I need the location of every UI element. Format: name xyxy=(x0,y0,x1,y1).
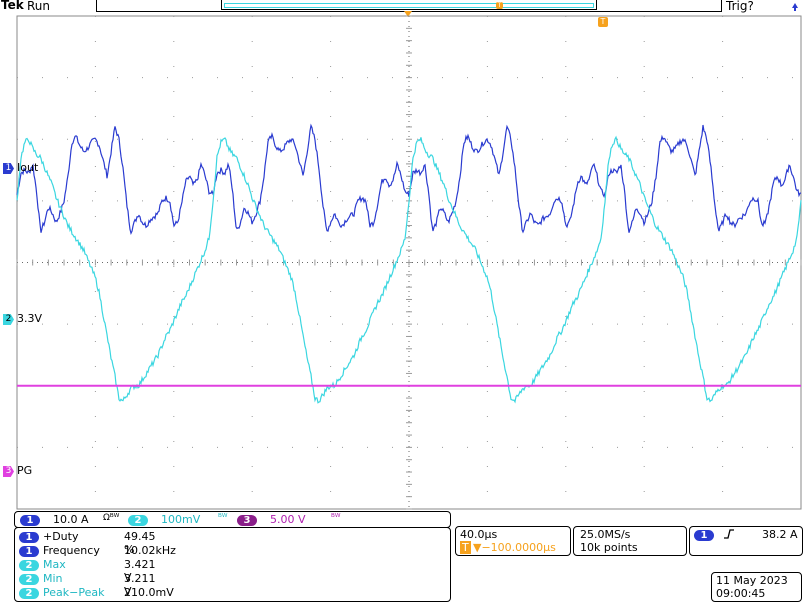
ch2-scale[interactable]: 100mV xyxy=(161,513,200,526)
rising-edge-icon xyxy=(724,529,734,539)
measurement-row[interactable]: 2 Peak−Peak 210.0mV xyxy=(19,586,174,600)
ch3-badge[interactable]: 3 xyxy=(237,515,257,526)
timebase-panel[interactable]: 40.0µs T ▼−100.0000µs xyxy=(455,526,571,556)
trigger-delay: ▼−100.0000µs xyxy=(473,541,556,554)
ch2-badge[interactable]: 2 xyxy=(128,515,148,526)
measurement-row[interactable]: 1 +Duty 49.45 % xyxy=(19,530,156,556)
ch1-label: Iout xyxy=(17,161,39,174)
trigger-level: 38.2 A xyxy=(762,528,798,541)
ch2-coupling-icon: ᴮᵂ xyxy=(218,513,228,523)
measurement-row[interactable]: 2 Max 3.421 V xyxy=(19,558,156,584)
ch1-badge[interactable]: 1 xyxy=(20,515,40,526)
measurement-row[interactable]: 2 Min 3.211 V xyxy=(19,572,156,598)
acquisition-panel[interactable]: 25.0MS/s 10k points xyxy=(573,526,687,556)
sample-rate: 25.0MS/s xyxy=(580,528,631,541)
ch3-label: PG xyxy=(17,464,33,477)
date: 11 May 2023 xyxy=(716,574,788,587)
graticule-grid xyxy=(16,15,802,510)
record-length: 10k points xyxy=(580,541,638,554)
time-scale: 40.0µs xyxy=(460,528,498,541)
channel-scale-bar: 1 10.0 A Ωᴮᵂ 2 100mV ᴮᵂ 3 5.00 V ᴮᵂ xyxy=(14,511,451,528)
ch1-coupling-icon: Ωᴮᵂ xyxy=(103,513,120,523)
ch1-scale[interactable]: 10.0 A xyxy=(53,513,89,526)
ch3-coupling-icon: ᴮᵂ xyxy=(331,513,341,523)
time: 09:00:45 xyxy=(716,587,766,600)
trigger-panel[interactable]: 1 38.2 A xyxy=(689,526,803,556)
trigger-source-badge: 1 xyxy=(694,530,714,541)
ch3-scale[interactable]: 5.00 V xyxy=(270,513,306,526)
datetime-panel: 11 May 2023 09:00:45 xyxy=(711,572,802,602)
scope-display xyxy=(16,15,802,510)
measurement-panel: 1 +Duty 49.45 % 1 Frequency 10.02kHz 2 M… xyxy=(14,527,451,602)
trigger-delay-icon: T xyxy=(460,541,471,554)
measurement-row[interactable]: 1 Frequency 10.02kHz xyxy=(19,544,176,558)
trace-3-3v xyxy=(16,135,802,404)
ch2-label: 3.3V xyxy=(17,312,43,325)
